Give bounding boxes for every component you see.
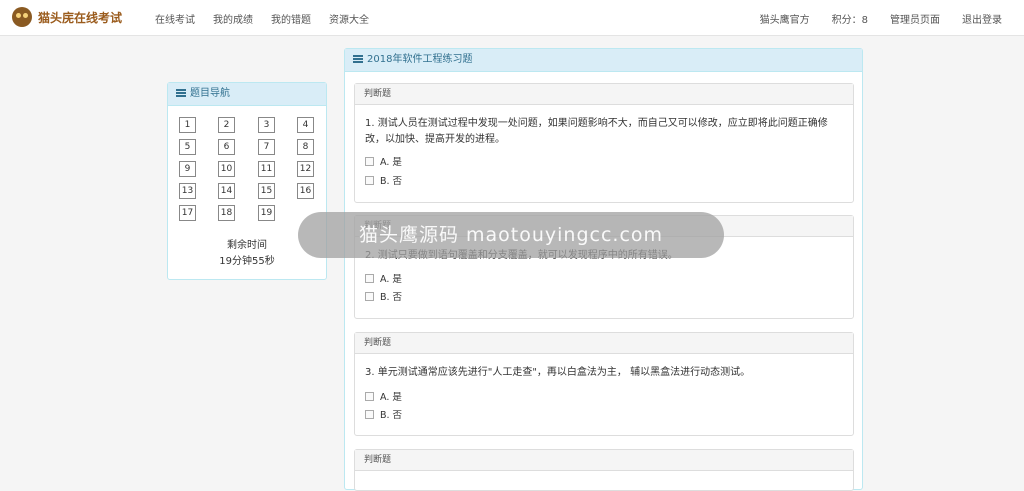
question-number-button[interactable]: 14 xyxy=(218,183,235,199)
option-b[interactable]: B. 否 xyxy=(365,407,402,421)
nav-logout[interactable]: 退出登录 xyxy=(962,11,1002,26)
question-navigation-title: 题目导航 xyxy=(190,88,230,99)
timer-value: 19分钟55秒 xyxy=(219,256,275,267)
checkbox-icon[interactable] xyxy=(365,175,374,185)
question-number-button[interactable]: 13 xyxy=(179,183,196,199)
checkbox-icon[interactable] xyxy=(365,156,374,166)
question-card: 判断题 3. 单元测试通常应该先进行"人工走查"，再以白盒法为主， 辅以黑盒法进… xyxy=(354,332,854,436)
question-number-button[interactable]: 12 xyxy=(297,161,314,177)
option-label: B. 否 xyxy=(380,292,403,303)
nav-points[interactable]: 积分：8 xyxy=(832,11,868,26)
option-b[interactable]: B. 否 xyxy=(365,289,402,303)
question-number-button[interactable]: 15 xyxy=(258,183,275,199)
question-number-button[interactable]: 19 xyxy=(258,205,275,221)
owl-logo-icon xyxy=(12,7,32,27)
checkbox-icon[interactable] xyxy=(365,273,374,283)
question-number-button[interactable]: 7 xyxy=(258,139,275,155)
question-number-button[interactable]: 18 xyxy=(218,205,235,221)
question-card: 判断题 xyxy=(354,449,854,491)
question-type: 判断题 xyxy=(355,84,853,105)
nav-official[interactable]: 猫头鹰官方 xyxy=(760,11,810,26)
question-number-button[interactable]: 16 xyxy=(297,183,314,199)
nav-resources[interactable]: 资源大全 xyxy=(329,11,369,26)
brand[interactable]: 猫头庑在线考试 xyxy=(12,7,122,27)
question-number-button[interactable]: 2 xyxy=(218,117,235,133)
question-card: 判断题 1. 测试人员在测试过程中发现一处问题，如果问题影响不大，而自己又可以修… xyxy=(354,83,854,203)
question-number-button[interactable]: 10 xyxy=(218,161,235,177)
option-label: A. 是 xyxy=(380,392,402,403)
list-icon xyxy=(353,55,363,63)
top-navbar: 猫头庑在线考试 在线考试 我的成绩 我的错题 资源大全 猫头鹰官方 积分：8 管… xyxy=(0,0,1024,36)
question-number-button[interactable]: 6 xyxy=(218,139,235,155)
question-number-button[interactable]: 5 xyxy=(179,139,196,155)
option-label: B. 否 xyxy=(380,410,403,421)
option-label: A. 是 xyxy=(380,157,402,168)
nav-my-mistakes[interactable]: 我的错题 xyxy=(271,11,311,26)
option-a[interactable]: A. 是 xyxy=(365,389,402,403)
exam-title: 2018年软件工程练习题 xyxy=(367,54,473,65)
brand-title: 猫头庑在线考试 xyxy=(38,10,123,25)
option-label: A. 是 xyxy=(380,274,402,285)
question-number-button[interactable]: 1 xyxy=(179,117,196,133)
checkbox-icon[interactable] xyxy=(365,409,374,419)
question-number-button[interactable]: 17 xyxy=(179,205,196,221)
checkbox-icon[interactable] xyxy=(365,291,374,301)
question-navigation-heading: 题目导航 xyxy=(168,83,326,106)
nav-admin[interactable]: 管理员页面 xyxy=(890,11,940,26)
exam-panel: 2018年软件工程练习题 判断题 1. 测试人员在测试过程中发现一处问题，如果问… xyxy=(344,48,863,491)
question-type: 判断题 xyxy=(355,333,853,354)
question-text: 1. 测试人员在测试过程中发现一处问题，如果问题影响不大，而自己又可以修改，应立… xyxy=(365,118,828,145)
watermark-banner: 猫头鹰源码 maotouyingcc.com xyxy=(298,212,724,258)
option-b[interactable]: B. 否 xyxy=(365,173,402,187)
question-text: 3. 单元测试通常应该先进行"人工走查"，再以白盒法为主， 辅以黑盒法进行动态测… xyxy=(365,367,751,378)
question-type: 判断题 xyxy=(355,450,853,471)
question-number-button[interactable]: 4 xyxy=(297,117,314,133)
nav-my-scores[interactable]: 我的成绩 xyxy=(213,11,253,26)
list-icon xyxy=(176,89,186,97)
option-a[interactable]: A. 是 xyxy=(365,154,402,168)
option-label: B. 否 xyxy=(380,176,403,187)
question-number-button[interactable]: 11 xyxy=(258,161,275,177)
question-number-button[interactable]: 9 xyxy=(179,161,196,177)
question-number-button[interactable]: 8 xyxy=(297,139,314,155)
question-number-button[interactable]: 3 xyxy=(258,117,275,133)
exam-heading: 2018年软件工程练习题 xyxy=(345,49,862,72)
checkbox-icon[interactable] xyxy=(365,391,374,401)
nav-online-exam[interactable]: 在线考试 xyxy=(155,11,195,26)
option-a[interactable]: A. 是 xyxy=(365,271,402,285)
